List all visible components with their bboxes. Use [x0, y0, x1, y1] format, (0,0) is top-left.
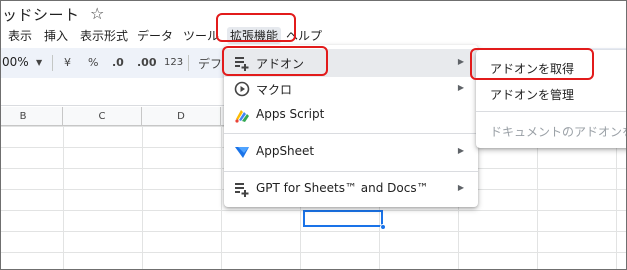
addons-submenu: アドオンを取得 アドオンを管理 ドキュメントのアドオンを: [476, 50, 627, 148]
submenu-arrow-icon: ▶: [457, 146, 464, 155]
column-header-d[interactable]: D: [142, 107, 221, 126]
menu-item-addons[interactable]: アドオン ▶: [224, 49, 478, 77]
toolbar-divider: [52, 55, 53, 71]
addon-icon: [235, 57, 249, 71]
extensions-menu: アドオン ▶ マクロ ▶ Apps Script AppSheet ▶ GPT …: [224, 45, 478, 207]
selected-cell[interactable]: [303, 210, 383, 227]
menu-item-appsheet[interactable]: AppSheet ▶: [224, 138, 478, 166]
submenu-item-label: アドオンを管理: [490, 88, 575, 102]
column-header-b[interactable]: B: [0, 107, 63, 126]
percent-button[interactable]: %: [88, 56, 98, 69]
zoom-select[interactable]: 00%: [2, 55, 29, 69]
star-icon[interactable]: ☆: [90, 4, 104, 23]
currency-button[interactable]: ¥: [64, 56, 71, 69]
document-title[interactable]: ッドシート: [2, 4, 80, 25]
increase-decimal-button[interactable]: .00: [137, 56, 157, 69]
menu-divider: [224, 171, 478, 172]
font-select[interactable]: デフ: [198, 55, 222, 72]
menu-format[interactable]: 表示形式: [80, 27, 128, 44]
menu-view[interactable]: 表示: [8, 27, 32, 44]
menu-item-label: マクロ: [256, 83, 293, 97]
menu-item-label: AppSheet: [256, 144, 315, 158]
submenu-item-label: アドオンを取得: [490, 62, 575, 76]
submenu-arrow-icon: ▶: [457, 183, 464, 192]
menu-item-apps-script[interactable]: Apps Script: [224, 101, 478, 129]
menu-extensions[interactable]: 拡張機能: [227, 27, 282, 44]
menu-item-label: アドオン: [256, 57, 305, 71]
menu-help[interactable]: ヘルプ: [286, 27, 322, 44]
menu-item-macros[interactable]: マクロ ▶: [224, 75, 478, 103]
apps-script-icon: [235, 110, 249, 123]
submenu-item-label: ドキュメントのアドオンを: [490, 125, 627, 139]
submenu-arrow-icon: ▶: [457, 83, 464, 92]
submenu-arrow-icon: ▶: [457, 57, 464, 66]
column-header-c[interactable]: C: [63, 107, 142, 126]
menu-tools[interactable]: ツール: [183, 27, 219, 44]
menu-item-label: GPT for Sheets™ and Docs™: [256, 181, 429, 195]
number-format-button[interactable]: 123: [164, 57, 183, 68]
decrease-decimal-button[interactable]: .0: [112, 56, 124, 69]
menu-item-gpt-for-sheets[interactable]: GPT for Sheets™ and Docs™ ▶: [224, 175, 478, 203]
zoom-dropdown-icon[interactable]: ▼: [36, 58, 42, 67]
toolbar-divider: [188, 55, 189, 71]
submenu-item-document-addons: ドキュメントのアドオンを: [476, 117, 627, 143]
menu-item-label: Apps Script: [256, 107, 325, 121]
menu-bar: 表示 挿入 表示形式 データ ツール 拡張機能 ヘルプ: [0, 23, 627, 45]
menu-divider: [224, 133, 478, 134]
addon-icon: [235, 183, 249, 197]
menu-insert[interactable]: 挿入: [44, 27, 68, 44]
fill-handle[interactable]: [380, 224, 386, 230]
submenu-item-get-addons[interactable]: アドオンを取得: [476, 54, 627, 80]
menu-data[interactable]: データ: [137, 27, 173, 44]
menu-divider: [476, 111, 627, 112]
submenu-item-manage-addons[interactable]: アドオンを管理: [476, 80, 627, 106]
macro-play-icon: [234, 81, 250, 97]
appsheet-icon: [235, 147, 249, 158]
